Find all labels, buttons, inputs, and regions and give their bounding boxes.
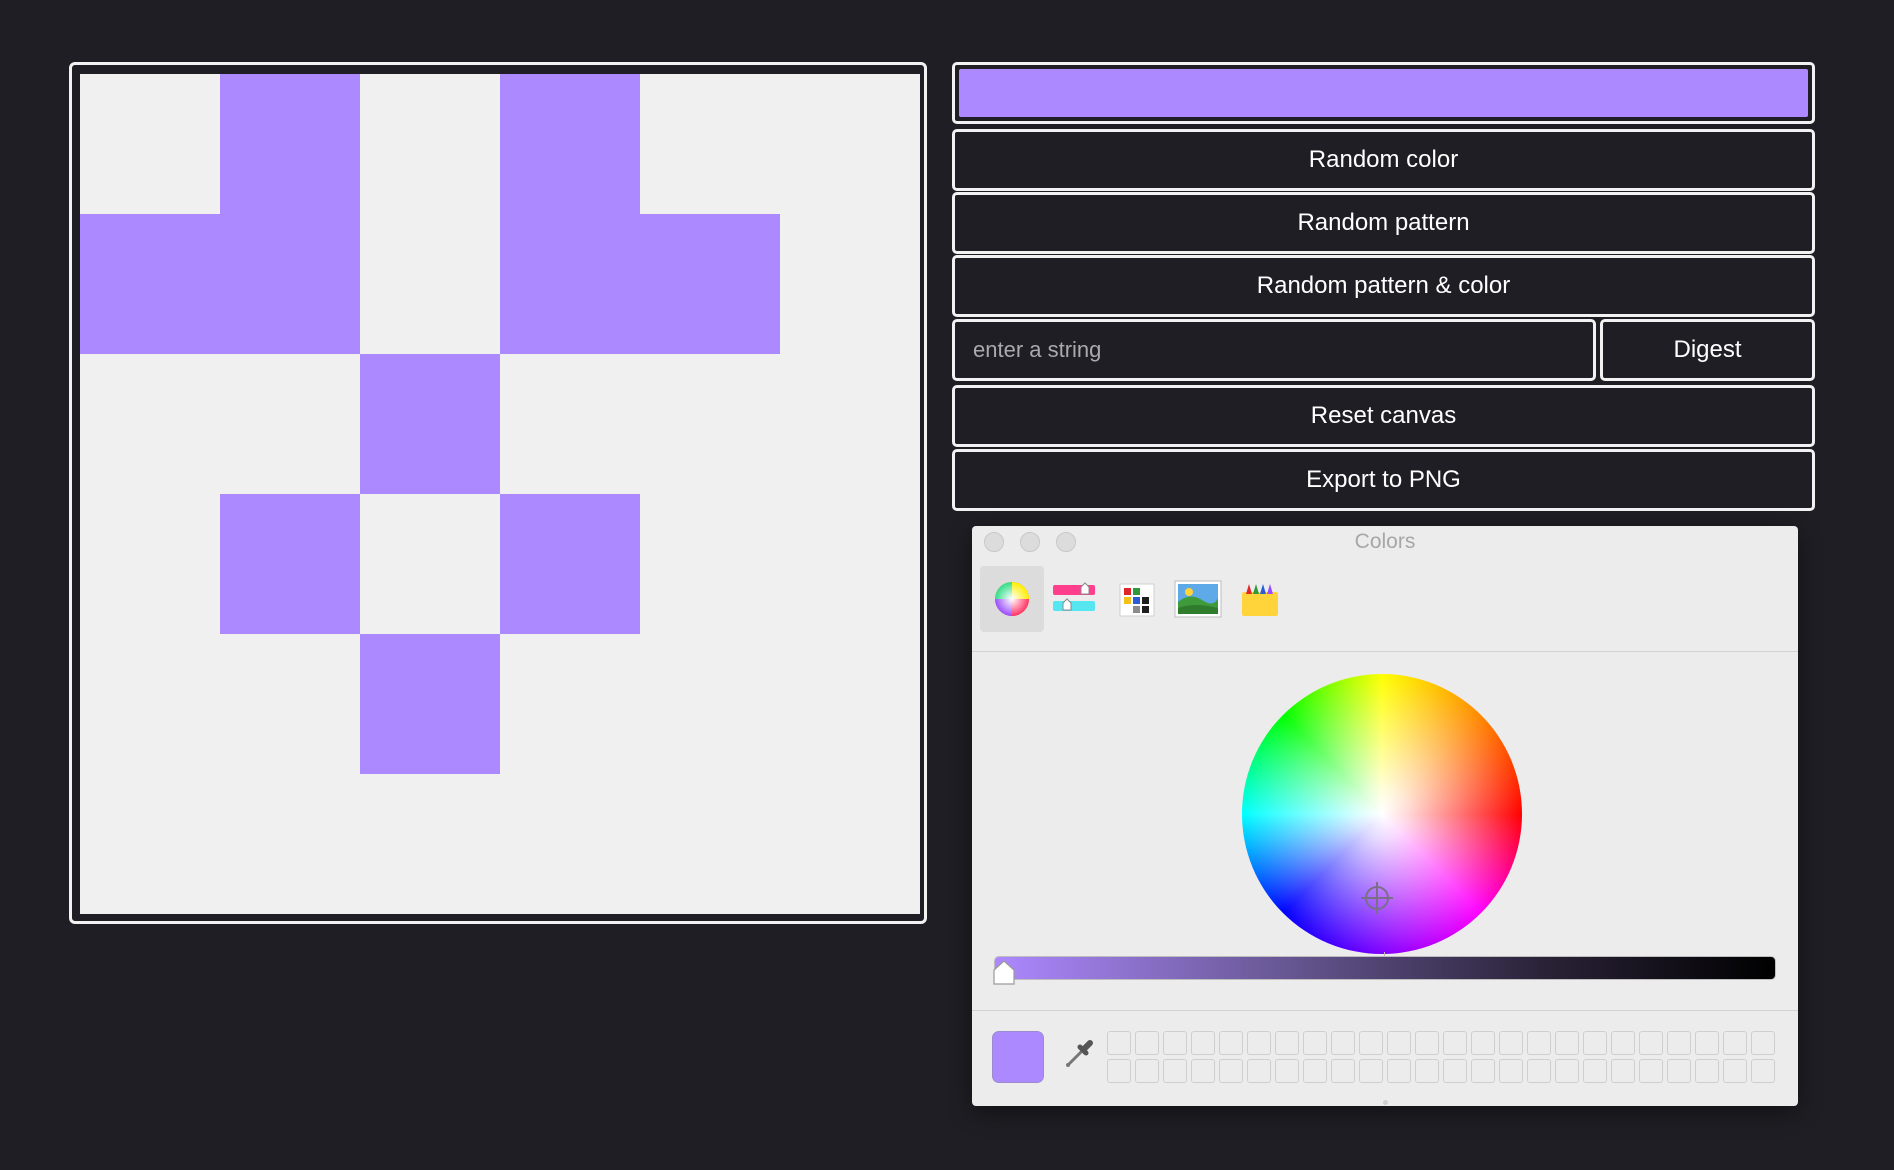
- color-sliders-tab[interactable]: [1042, 566, 1106, 632]
- current-color-fill: [959, 69, 1808, 117]
- color-palettes-tab[interactable]: [1104, 566, 1168, 632]
- pattern-cell[interactable]: [220, 214, 360, 354]
- pattern-cell[interactable]: [640, 214, 780, 354]
- color-swatch-slot[interactable]: [1723, 1031, 1747, 1055]
- color-swatch-slot[interactable]: [1359, 1059, 1383, 1083]
- eyedropper-icon[interactable]: [1062, 1037, 1096, 1071]
- pattern-cell[interactable]: [220, 74, 360, 214]
- selected-color-swatch[interactable]: [992, 1031, 1044, 1083]
- random-pattern-button[interactable]: Random pattern: [952, 192, 1815, 254]
- color-swatch-slot[interactable]: [1135, 1059, 1159, 1083]
- color-swatch-slot[interactable]: [1639, 1031, 1663, 1055]
- panel-title: Colors: [1354, 530, 1416, 553]
- color-swatch-slot[interactable]: [1443, 1059, 1467, 1083]
- color-swatch-slot[interactable]: [1163, 1059, 1187, 1083]
- color-panel-footer: [972, 1010, 1798, 1106]
- color-swatch-slot[interactable]: [1695, 1031, 1719, 1055]
- color-swatch-slot[interactable]: [1695, 1059, 1719, 1083]
- color-swatch-slot[interactable]: [1303, 1059, 1327, 1083]
- reset-canvas-label: Reset canvas: [1310, 402, 1457, 429]
- color-swatch-slot[interactable]: [1303, 1031, 1327, 1055]
- digest-button[interactable]: Digest: [1600, 319, 1815, 381]
- color-swatch-slot[interactable]: [1583, 1031, 1607, 1055]
- color-swatch-slot[interactable]: [1415, 1031, 1439, 1055]
- color-swatch-slot[interactable]: [1443, 1031, 1467, 1055]
- pencils-icon: [1242, 584, 1278, 616]
- color-swatch-slot[interactable]: [1611, 1031, 1635, 1055]
- reset-canvas-button[interactable]: Reset canvas: [952, 385, 1815, 447]
- color-swatch-slot[interactable]: [1387, 1031, 1411, 1055]
- color-swatch-slot[interactable]: [1527, 1059, 1551, 1083]
- random-color-button[interactable]: Random color: [952, 129, 1815, 191]
- color-swatch-slot[interactable]: [1751, 1031, 1775, 1055]
- color-mode-toolbar: [972, 556, 1798, 652]
- panel-titlebar: Colors: [972, 526, 1798, 556]
- brightness-slider[interactable]: [994, 956, 1776, 980]
- random-pattern-label: Random pattern: [1297, 209, 1470, 236]
- color-swatch-slot[interactable]: [1359, 1031, 1383, 1055]
- color-swatch-slot[interactable]: [1667, 1031, 1691, 1055]
- color-swatch-slot[interactable]: [1387, 1059, 1411, 1083]
- color-swatch-slot[interactable]: [1331, 1031, 1355, 1055]
- color-swatch-slot[interactable]: [1247, 1031, 1271, 1055]
- color-swatch-slot[interactable]: [1331, 1059, 1355, 1083]
- color-swatch-slot[interactable]: [1275, 1031, 1299, 1055]
- color-swatch-slot[interactable]: [1555, 1059, 1579, 1083]
- string-input[interactable]: [952, 319, 1596, 381]
- color-swatch-slot[interactable]: [1415, 1059, 1439, 1083]
- random-pattern-color-label: Random pattern & color: [1256, 272, 1511, 299]
- color-sliders-icon: [1053, 582, 1095, 611]
- color-swatch-slot[interactable]: [1471, 1059, 1495, 1083]
- pattern-cell[interactable]: [80, 214, 220, 354]
- color-wheel[interactable]: [1242, 674, 1522, 954]
- color-swatch-slot[interactable]: [1135, 1031, 1159, 1055]
- color-swatch-slot[interactable]: [1191, 1059, 1215, 1083]
- color-swatch-slot[interactable]: [1667, 1059, 1691, 1083]
- pencils-tab[interactable]: [1228, 566, 1292, 632]
- image-palettes-tab[interactable]: [1166, 566, 1230, 632]
- color-wheel-area: [972, 652, 1798, 982]
- digest-label: Digest: [1673, 336, 1742, 363]
- current-color-bar[interactable]: [952, 62, 1815, 124]
- pattern-cell[interactable]: [360, 354, 500, 494]
- color-swatch-slot[interactable]: [1219, 1031, 1243, 1055]
- color-swatch-slot[interactable]: [1219, 1059, 1243, 1083]
- color-swatch-slot[interactable]: [1107, 1059, 1131, 1083]
- pattern-cell[interactable]: [220, 494, 360, 634]
- pattern-cell[interactable]: [500, 74, 640, 214]
- color-swatch-slot[interactable]: [1555, 1031, 1579, 1055]
- color-swatch-slot[interactable]: [1583, 1059, 1607, 1083]
- color-swatch-slot[interactable]: [1107, 1031, 1131, 1055]
- color-swatch-slot[interactable]: [1191, 1031, 1215, 1055]
- colors-panel: Colors: [972, 526, 1798, 1106]
- color-swatch-slot[interactable]: [1723, 1059, 1747, 1083]
- color-swatch-slot[interactable]: [1163, 1031, 1187, 1055]
- color-swatch-slot[interactable]: [1527, 1031, 1551, 1055]
- color-wheel-icon: [995, 582, 1029, 616]
- random-pattern-color-button[interactable]: Random pattern & color: [952, 255, 1815, 317]
- pattern-canvas[interactable]: [80, 74, 920, 914]
- color-swatch-slot[interactable]: [1247, 1059, 1271, 1083]
- image-palettes-icon: [1174, 580, 1222, 618]
- pattern-cell[interactable]: [500, 214, 640, 354]
- color-palettes-icon: [1119, 583, 1155, 617]
- brightness-slider-thumb[interactable]: [992, 960, 1016, 986]
- color-wheel-crosshair[interactable]: [1361, 882, 1393, 914]
- color-wheel-tab[interactable]: [980, 566, 1044, 632]
- pattern-cell[interactable]: [500, 494, 640, 634]
- random-color-label: Random color: [1308, 146, 1459, 173]
- export-png-label: Export to PNG: [1306, 466, 1461, 493]
- color-swatch-slot[interactable]: [1639, 1059, 1663, 1083]
- color-swatch-slot[interactable]: [1275, 1059, 1299, 1083]
- color-swatch-slot[interactable]: [1499, 1059, 1523, 1083]
- color-swatch-slot[interactable]: [1751, 1059, 1775, 1083]
- resize-grip[interactable]: [1383, 1100, 1388, 1105]
- color-swatch-slot[interactable]: [1499, 1031, 1523, 1055]
- color-swatch-slot[interactable]: [1471, 1031, 1495, 1055]
- pattern-cell[interactable]: [360, 634, 500, 774]
- export-png-button[interactable]: Export to PNG: [952, 449, 1815, 511]
- color-swatch-slot[interactable]: [1611, 1059, 1635, 1083]
